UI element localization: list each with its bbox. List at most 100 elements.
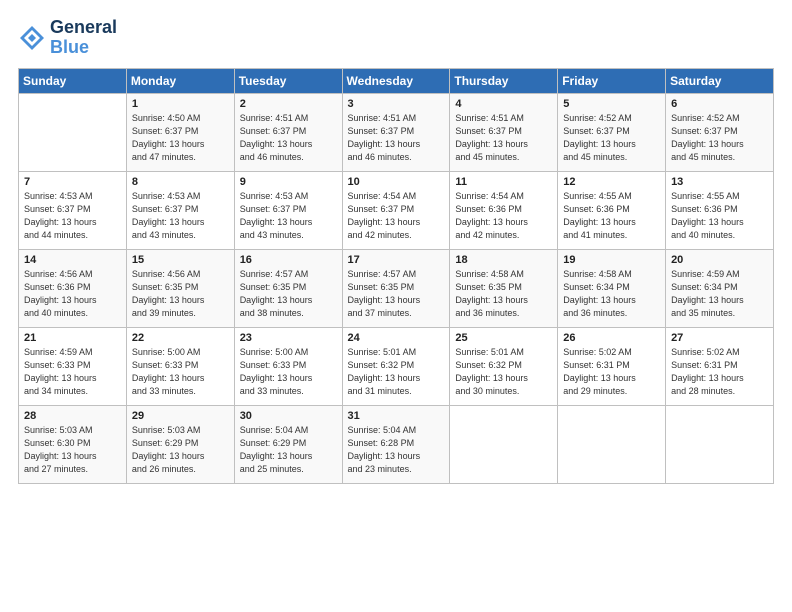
cell-content: Sunrise: 4:55 AMSunset: 6:36 PMDaylight:…: [563, 190, 660, 242]
cell-content: Sunrise: 4:53 AMSunset: 6:37 PMDaylight:…: [24, 190, 121, 242]
cell-content: Sunrise: 4:58 AMSunset: 6:34 PMDaylight:…: [563, 268, 660, 320]
cell-content: Sunrise: 4:58 AMSunset: 6:35 PMDaylight:…: [455, 268, 552, 320]
day-number: 13: [671, 176, 768, 188]
calendar-cell: [666, 405, 774, 483]
logo-line2: Blue: [50, 37, 89, 57]
day-number: 18: [455, 254, 552, 266]
calendar-cell: 22 Sunrise: 5:00 AMSunset: 6:33 PMDayligh…: [126, 327, 234, 405]
day-number: 10: [348, 176, 445, 188]
cell-content: Sunrise: 4:52 AMSunset: 6:37 PMDaylight:…: [563, 112, 660, 164]
cell-content: Sunrise: 4:53 AMSunset: 6:37 PMDaylight:…: [240, 190, 337, 242]
calendar-cell: 5 Sunrise: 4:52 AMSunset: 6:37 PMDaylight…: [558, 93, 666, 171]
day-header-friday: Friday: [558, 68, 666, 93]
calendar-week-row: 14Sunrise: 4:56 AMSunset: 6:36 PMDayligh…: [19, 249, 774, 327]
day-header-saturday: Saturday: [666, 68, 774, 93]
day-number: 22: [132, 332, 229, 344]
day-number: 28: [24, 410, 121, 422]
calendar-week-row: 1Sunrise: 4:50 AMSunset: 6:37 PMDaylight…: [19, 93, 774, 171]
cell-content: Sunrise: 4:53 AMSunset: 6:37 PMDaylight:…: [132, 190, 229, 242]
logo: General Blue: [18, 18, 117, 58]
cell-content: Sunrise: 5:03 AMSunset: 6:30 PMDaylight:…: [24, 424, 121, 476]
day-number: 24: [348, 332, 445, 344]
calendar-cell: 26 Sunrise: 5:02 AMSunset: 6:31 PMDayligh…: [558, 327, 666, 405]
day-number: 26: [563, 332, 660, 344]
cell-content: Sunrise: 4:57 AMSunset: 6:35 PMDaylight:…: [348, 268, 445, 320]
calendar-table: SundayMondayTuesdayWednesdayThursdayFrid…: [18, 68, 774, 484]
cell-content: Sunrise: 4:56 AMSunset: 6:35 PMDaylight:…: [132, 268, 229, 320]
logo-icon: [18, 24, 46, 52]
day-header-wednesday: Wednesday: [342, 68, 450, 93]
day-number: 20: [671, 254, 768, 266]
calendar-cell: 16 Sunrise: 4:57 AMSunset: 6:35 PMDayligh…: [234, 249, 342, 327]
calendar-week-row: 21Sunrise: 4:59 AMSunset: 6:33 PMDayligh…: [19, 327, 774, 405]
day-number: 29: [132, 410, 229, 422]
calendar-cell: 7 Sunrise: 4:53 AMSunset: 6:37 PMDaylight…: [19, 171, 127, 249]
day-number: 27: [671, 332, 768, 344]
cell-content: Sunrise: 4:52 AMSunset: 6:37 PMDaylight:…: [671, 112, 768, 164]
cell-content: Sunrise: 4:51 AMSunset: 6:37 PMDaylight:…: [348, 112, 445, 164]
calendar-cell: [450, 405, 558, 483]
calendar-cell: 21Sunrise: 4:59 AMSunset: 6:33 PMDayligh…: [19, 327, 127, 405]
cell-content: Sunrise: 4:55 AMSunset: 6:36 PMDaylight:…: [671, 190, 768, 242]
day-header-thursday: Thursday: [450, 68, 558, 93]
cell-content: Sunrise: 5:02 AMSunset: 6:31 PMDaylight:…: [671, 346, 768, 398]
day-header-tuesday: Tuesday: [234, 68, 342, 93]
main-container: General Blue SundayMondayTuesdayWednesda…: [0, 0, 792, 496]
calendar-cell: 12 Sunrise: 4:55 AMSunset: 6:36 PMDayligh…: [558, 171, 666, 249]
day-number: 12: [563, 176, 660, 188]
day-number: 17: [348, 254, 445, 266]
cell-content: Sunrise: 5:04 AMSunset: 6:29 PMDaylight:…: [240, 424, 337, 476]
day-header-sunday: Sunday: [19, 68, 127, 93]
calendar-cell: 31 Sunrise: 5:04 AMSunset: 6:28 PMDayligh…: [342, 405, 450, 483]
day-number: 2: [240, 98, 337, 110]
cell-content: Sunrise: 4:59 AMSunset: 6:34 PMDaylight:…: [671, 268, 768, 320]
calendar-cell: [19, 93, 127, 171]
day-number: 16: [240, 254, 337, 266]
calendar-cell: 8 Sunrise: 4:53 AMSunset: 6:37 PMDaylight…: [126, 171, 234, 249]
calendar-cell: 27 Sunrise: 5:02 AMSunset: 6:31 PMDayligh…: [666, 327, 774, 405]
calendar-cell: 29 Sunrise: 5:03 AMSunset: 6:29 PMDayligh…: [126, 405, 234, 483]
calendar-cell: 15 Sunrise: 4:56 AMSunset: 6:35 PMDayligh…: [126, 249, 234, 327]
calendar-cell: 25Sunrise: 5:01 AMSunset: 6:32 PMDayligh…: [450, 327, 558, 405]
calendar-cell: 4Sunrise: 4:51 AMSunset: 6:37 PMDaylight…: [450, 93, 558, 171]
calendar-cell: 28 Sunrise: 5:03 AMSunset: 6:30 PMDayligh…: [19, 405, 127, 483]
cell-content: Sunrise: 4:54 AMSunset: 6:36 PMDaylight:…: [455, 190, 552, 242]
calendar-cell: [558, 405, 666, 483]
calendar-cell: 30 Sunrise: 5:04 AMSunset: 6:29 PMDayligh…: [234, 405, 342, 483]
calendar-cell: 23Sunrise: 5:00 AMSunset: 6:33 PMDayligh…: [234, 327, 342, 405]
day-number: 30: [240, 410, 337, 422]
day-number: 1: [132, 98, 229, 110]
day-number: 5: [563, 98, 660, 110]
day-number: 15: [132, 254, 229, 266]
cell-content: Sunrise: 5:00 AMSunset: 6:33 PMDaylight:…: [132, 346, 229, 398]
calendar-week-row: 28 Sunrise: 5:03 AMSunset: 6:30 PMDayligh…: [19, 405, 774, 483]
day-number: 14: [24, 254, 121, 266]
cell-content: Sunrise: 5:04 AMSunset: 6:28 PMDaylight:…: [348, 424, 445, 476]
cell-content: Sunrise: 4:57 AMSunset: 6:35 PMDaylight:…: [240, 268, 337, 320]
day-header-monday: Monday: [126, 68, 234, 93]
calendar-cell: 19 Sunrise: 4:58 AMSunset: 6:34 PMDayligh…: [558, 249, 666, 327]
calendar-cell: 24Sunrise: 5:01 AMSunset: 6:32 PMDayligh…: [342, 327, 450, 405]
calendar-cell: 2Sunrise: 4:51 AMSunset: 6:37 PMDaylight…: [234, 93, 342, 171]
calendar-header-row: SundayMondayTuesdayWednesdayThursdayFrid…: [19, 68, 774, 93]
calendar-cell: 6 Sunrise: 4:52 AMSunset: 6:37 PMDaylight…: [666, 93, 774, 171]
logo-text: General Blue: [50, 18, 117, 58]
header-row: General Blue: [18, 18, 774, 58]
cell-content: Sunrise: 5:03 AMSunset: 6:29 PMDaylight:…: [132, 424, 229, 476]
day-number: 31: [348, 410, 445, 422]
day-number: 8: [132, 176, 229, 188]
cell-content: Sunrise: 5:01 AMSunset: 6:32 PMDaylight:…: [455, 346, 552, 398]
day-number: 4: [455, 98, 552, 110]
calendar-cell: 9Sunrise: 4:53 AMSunset: 6:37 PMDaylight…: [234, 171, 342, 249]
cell-content: Sunrise: 4:59 AMSunset: 6:33 PMDaylight:…: [24, 346, 121, 398]
day-number: 6: [671, 98, 768, 110]
calendar-week-row: 7 Sunrise: 4:53 AMSunset: 6:37 PMDaylight…: [19, 171, 774, 249]
day-number: 19: [563, 254, 660, 266]
day-number: 23: [240, 332, 337, 344]
calendar-cell: 3Sunrise: 4:51 AMSunset: 6:37 PMDaylight…: [342, 93, 450, 171]
calendar-cell: 11Sunrise: 4:54 AMSunset: 6:36 PMDayligh…: [450, 171, 558, 249]
calendar-cell: 14Sunrise: 4:56 AMSunset: 6:36 PMDayligh…: [19, 249, 127, 327]
calendar-cell: 18 Sunrise: 4:58 AMSunset: 6:35 PMDayligh…: [450, 249, 558, 327]
cell-content: Sunrise: 5:02 AMSunset: 6:31 PMDaylight:…: [563, 346, 660, 398]
day-number: 7: [24, 176, 121, 188]
